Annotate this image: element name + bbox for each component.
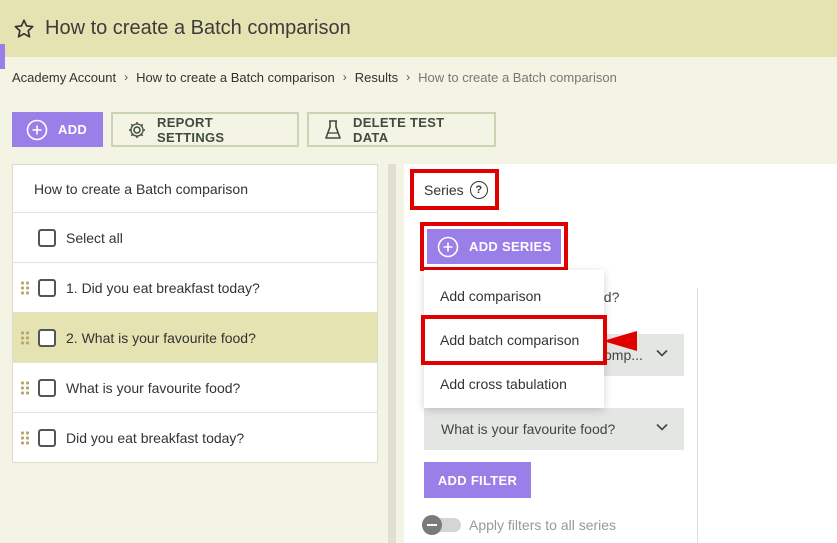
series-label: Series: [424, 181, 464, 198]
drag-handle-icon[interactable]: [20, 431, 30, 445]
question-label: 1. Did you eat breakfast today?: [66, 279, 260, 296]
breadcrumb-item-results[interactable]: Results: [355, 70, 398, 85]
select-all-checkbox[interactable]: [38, 228, 56, 247]
apply-filters-toggle-row: Apply filters to all series: [422, 515, 617, 535]
menu-item-add-batch-comparison[interactable]: Add batch comparison: [421, 315, 607, 365]
select-all-row[interactable]: Select all: [13, 213, 377, 263]
series-heading: Series ?: [410, 169, 499, 210]
report-settings-button[interactable]: REPORT SETTINGS: [111, 112, 299, 147]
chevron-right-icon: ›: [124, 70, 129, 84]
pointer-arrow-icon: [603, 331, 637, 351]
drag-handle-icon[interactable]: [20, 280, 30, 295]
question-list-panel: How to create a Batch comparison Select …: [12, 164, 378, 463]
breadcrumb-current: How to create a Batch comparison: [418, 69, 617, 85]
question-select[interactable]: What is your favourite food?: [424, 408, 684, 450]
question-checkbox[interactable]: [38, 429, 56, 447]
star-icon[interactable]: [13, 18, 35, 40]
question-label: What is your favourite food?: [66, 379, 241, 396]
question-checkbox[interactable]: [38, 328, 56, 347]
select-all-label: Select all: [66, 229, 123, 246]
add-filter-button[interactable]: ADD FILTER: [424, 462, 531, 498]
title-bar: How to create a Batch comparison: [0, 0, 837, 57]
report-settings-label: REPORT SETTINGS: [157, 114, 225, 145]
apply-filters-label: Apply filters to all series: [469, 517, 617, 533]
panel-divider[interactable]: [388, 164, 396, 543]
delete-test-data-button[interactable]: DELETE TEST DATA: [307, 112, 496, 147]
accent-bar: [0, 44, 5, 69]
question-list-header: How to create a Batch comparison: [13, 165, 377, 213]
question-select-value: What is your favourite food?: [441, 421, 616, 437]
delete-test-data-label: DELETE TEST DATA: [353, 114, 445, 145]
page-title: How to create a Batch comparison: [45, 17, 351, 39]
question-label: Did you eat breakfast today?: [66, 430, 245, 446]
breadcrumb-item-account[interactable]: Academy Account: [12, 70, 116, 85]
chevron-right-icon: ›: [342, 70, 347, 84]
plus-circle-icon: [437, 236, 459, 258]
breadcrumb-item-survey[interactable]: How to create a Batch comparison: [136, 70, 335, 85]
toolbar: ADD REPORT SETTINGS DELETE TEST DATA: [12, 112, 496, 147]
question-checkbox[interactable]: [38, 278, 56, 297]
add-button-label: ADD: [58, 122, 88, 137]
plus-circle-icon: [26, 119, 48, 141]
question-row[interactable]: What is your favourite food?: [13, 363, 377, 413]
add-button[interactable]: ADD: [12, 112, 103, 147]
chevron-right-icon: ›: [406, 70, 411, 84]
apply-filters-toggle[interactable]: [422, 515, 461, 535]
gear-icon: [127, 120, 147, 140]
question-row[interactable]: 1. Did you eat breakfast today?: [13, 263, 377, 313]
add-series-label: ADD SERIES: [469, 239, 552, 254]
menu-item-add-cross-tabulation[interactable]: Add cross tabulation: [424, 362, 604, 406]
flask-icon: [323, 119, 343, 141]
question-row[interactable]: Did you eat breakfast today?: [13, 413, 377, 463]
breadcrumb: Academy Account › How to create a Batch …: [12, 68, 617, 86]
help-icon[interactable]: ?: [469, 180, 488, 199]
question-checkbox[interactable]: [38, 378, 56, 397]
question-row[interactable]: 2. What is your favourite food?: [13, 313, 377, 363]
drag-handle-icon[interactable]: [20, 330, 30, 345]
question-label: 2. What is your favourite food?: [66, 329, 256, 346]
add-series-button[interactable]: ADD SERIES: [427, 229, 561, 264]
chevron-down-icon: [656, 423, 668, 431]
chevron-down-icon: [656, 349, 668, 357]
drag-handle-icon[interactable]: [20, 380, 30, 395]
add-series-highlight: ADD SERIES: [420, 222, 568, 271]
panel-separator-line: [697, 288, 698, 543]
menu-item-add-comparison[interactable]: Add comparison: [424, 274, 604, 318]
toggle-knob: [422, 515, 442, 535]
